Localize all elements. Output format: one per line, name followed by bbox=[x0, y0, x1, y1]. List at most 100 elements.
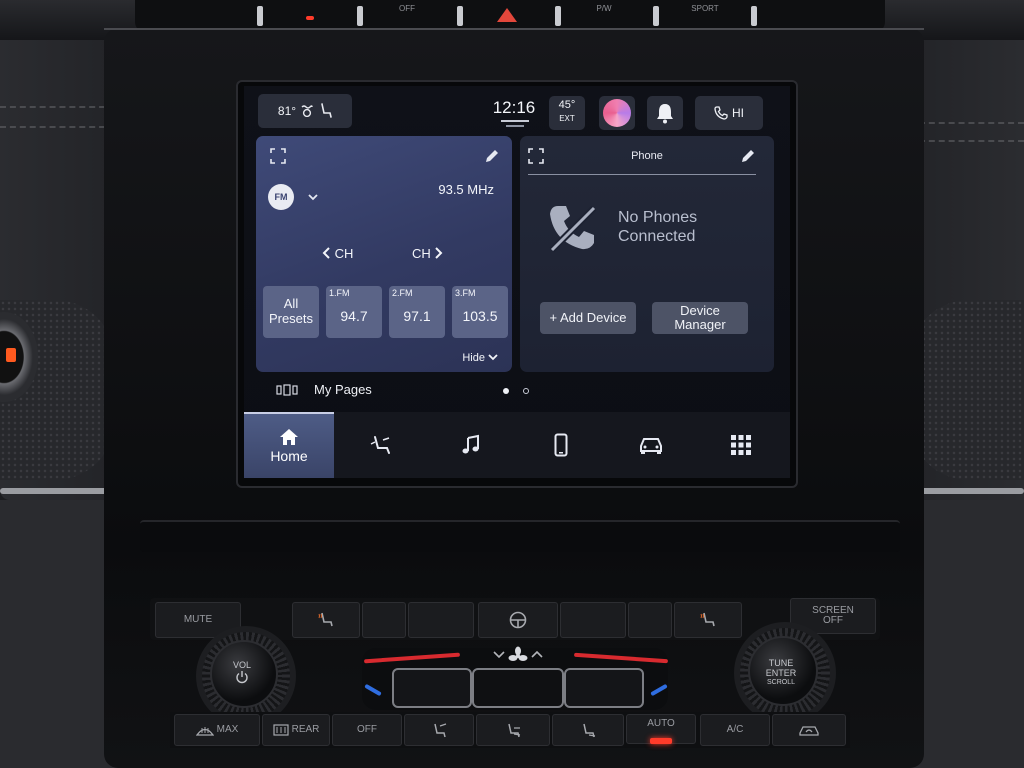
auto-indicator-led bbox=[650, 738, 672, 744]
screen-ledge bbox=[140, 520, 900, 552]
expand-icon[interactable] bbox=[270, 148, 286, 164]
air-vent-center[interactable] bbox=[472, 668, 564, 708]
airflow-mode-button[interactable] bbox=[476, 714, 550, 746]
top-button-pw[interactable]: P/W bbox=[582, 4, 626, 26]
add-device-button[interactable]: + Add Device bbox=[540, 302, 636, 334]
channel-prev-label: CH bbox=[334, 246, 354, 261]
no-phone-icon bbox=[549, 205, 597, 253]
all-presets-button[interactable]: All Presets bbox=[263, 286, 319, 338]
edit-pencil-icon[interactable] bbox=[740, 148, 756, 164]
home-icon bbox=[280, 429, 298, 445]
nav-apps[interactable] bbox=[696, 412, 786, 478]
chevron-down-icon[interactable] bbox=[308, 193, 318, 201]
pages-icon[interactable] bbox=[276, 384, 298, 396]
nav-home[interactable]: Home bbox=[244, 412, 334, 478]
chevron-down-icon bbox=[488, 354, 498, 361]
seat-comfort-icon bbox=[370, 436, 390, 454]
exterior-label: EXT bbox=[559, 114, 575, 123]
heated-seat-right-button[interactable] bbox=[674, 602, 742, 638]
toggle-switch[interactable] bbox=[357, 6, 363, 26]
nav-comfort[interactable] bbox=[336, 412, 426, 478]
airflow-mode-button[interactable] bbox=[552, 714, 624, 746]
clock-underline bbox=[501, 120, 529, 122]
top-button-1[interactable] bbox=[195, 4, 239, 26]
toggle-switch[interactable] bbox=[457, 6, 463, 26]
nav-media[interactable] bbox=[426, 412, 516, 478]
device-manager-button[interactable]: Device Manager bbox=[652, 302, 748, 334]
vent-slot bbox=[628, 602, 672, 638]
toggle-switch[interactable] bbox=[555, 6, 561, 26]
air-vent-right[interactable] bbox=[564, 668, 644, 708]
power-icon bbox=[236, 671, 248, 684]
max-defrost-button[interactable]: MAX bbox=[174, 714, 260, 746]
hide-label: Hide bbox=[462, 352, 485, 364]
recirculation-icon bbox=[799, 726, 819, 736]
exterior-temp-chip[interactable]: 45° EXT bbox=[549, 96, 585, 130]
heated-wheel-button[interactable] bbox=[478, 602, 558, 638]
preset-button[interactable]: 3.FM 103.5 bbox=[452, 286, 508, 338]
preset-button[interactable]: 1.FM 94.7 bbox=[326, 286, 382, 338]
channel-next-button[interactable]: CH bbox=[412, 246, 443, 261]
toggle-switch[interactable] bbox=[257, 6, 263, 26]
divider bbox=[528, 174, 756, 175]
device-manager-line1: Device bbox=[680, 303, 720, 318]
top-button-sport[interactable]: SPORT bbox=[683, 4, 727, 26]
edit-pencil-icon[interactable] bbox=[484, 148, 500, 164]
phone-status-chip[interactable]: HI bbox=[695, 96, 763, 130]
music-note-icon bbox=[462, 434, 479, 454]
fan-icon bbox=[508, 646, 528, 661]
recirculation-button[interactable] bbox=[772, 714, 846, 746]
channel-next-label: CH bbox=[412, 246, 431, 261]
bezel-highlight bbox=[104, 28, 924, 30]
fan-control[interactable] bbox=[490, 646, 546, 666]
air-vent-left[interactable] bbox=[392, 668, 472, 708]
preset-frequency: 103.5 bbox=[462, 308, 498, 324]
hide-button[interactable]: Hide bbox=[462, 352, 498, 364]
climate-status-chip[interactable]: 81° bbox=[258, 94, 352, 128]
speaker-mesh-right bbox=[909, 300, 1024, 480]
enter-label: ENTER bbox=[765, 668, 797, 678]
climate-button[interactable] bbox=[408, 602, 474, 638]
app-grid-icon bbox=[731, 435, 751, 455]
ac-button[interactable]: A/C bbox=[700, 714, 770, 746]
chrome-trim bbox=[914, 488, 1024, 494]
band-badge[interactable]: FM bbox=[268, 184, 294, 210]
rear-defrost-icon bbox=[272, 724, 289, 736]
channel-prev-button[interactable]: CH bbox=[322, 246, 353, 261]
vol-label: VOL bbox=[232, 660, 251, 670]
my-pages-label[interactable]: My Pages bbox=[314, 382, 372, 397]
page-indicator[interactable] bbox=[523, 388, 529, 394]
preset-number: 1.FM bbox=[329, 288, 350, 298]
heated-seat-left-button[interactable] bbox=[292, 602, 360, 638]
voice-assistant-icon[interactable] bbox=[599, 96, 635, 130]
clock-underline bbox=[506, 125, 524, 127]
airflow-mode-button[interactable] bbox=[404, 714, 474, 746]
volume-knob-label: VOL bbox=[226, 660, 258, 686]
heated-seat-icon bbox=[700, 612, 715, 627]
page-indicator-active[interactable] bbox=[503, 388, 509, 394]
vent-slot bbox=[362, 602, 406, 638]
preset-frequency: 97.1 bbox=[403, 308, 431, 324]
tune-knob-label: TUNE ENTER SCROLL bbox=[752, 658, 810, 688]
toggle-switch[interactable] bbox=[751, 6, 757, 26]
rear-defrost-button[interactable]: REAR bbox=[262, 714, 330, 746]
tune-label: TUNE bbox=[768, 658, 794, 668]
hazard-icon[interactable] bbox=[497, 8, 517, 22]
toggle-switch[interactable] bbox=[653, 6, 659, 26]
preset-button[interactable]: 2.FM 97.1 bbox=[389, 286, 445, 338]
notifications-button[interactable] bbox=[647, 96, 683, 130]
nav-phone[interactable] bbox=[516, 412, 606, 478]
seat-icon bbox=[321, 103, 332, 118]
bottom-nav: Home bbox=[244, 412, 790, 478]
top-button-off[interactable]: OFF bbox=[385, 4, 429, 26]
phone-card: Phone No Phones Connected + Add Device D… bbox=[520, 136, 774, 372]
preset-number: 2.FM bbox=[392, 288, 413, 298]
device-manager-line2: Manager bbox=[674, 317, 726, 332]
touchscreen: 81° 12:16 45° EXT HI FM 93.5 MHz CH CH A… bbox=[244, 86, 790, 478]
front-defrost-icon bbox=[195, 727, 214, 736]
climate-button[interactable] bbox=[560, 602, 626, 638]
climate-off-button[interactable]: OFF bbox=[332, 714, 402, 746]
nav-vehicle[interactable] bbox=[606, 412, 696, 478]
phone-icon bbox=[714, 106, 728, 120]
screen-off-line2: OFF bbox=[823, 615, 843, 626]
